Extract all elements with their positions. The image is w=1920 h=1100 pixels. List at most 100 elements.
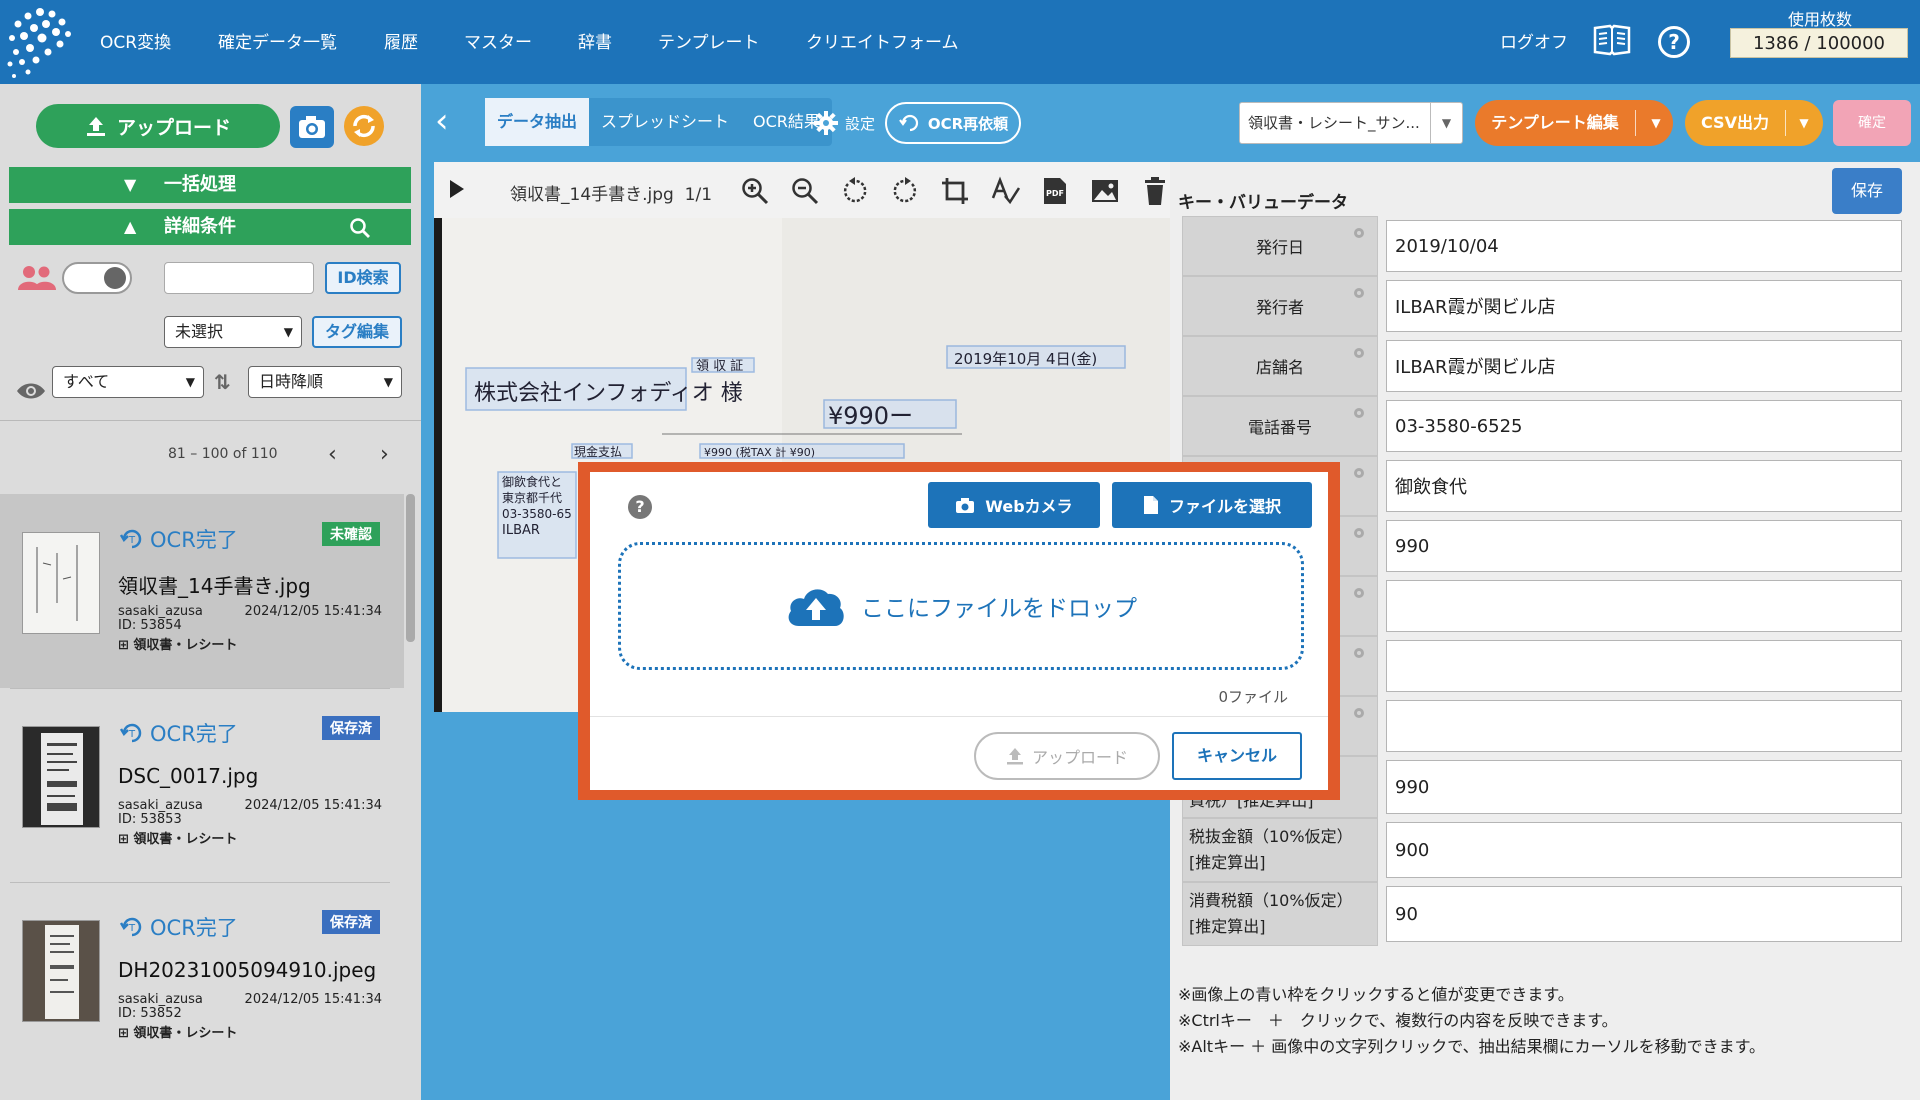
ocr-redo-button[interactable]: OCR再依頼 [885,102,1021,144]
tag-select[interactable]: 未選択 ▼ [164,316,302,348]
kv-value-input[interactable]: 2019/10/04 [1386,220,1902,272]
modal-upload-button[interactable]: アップロード [974,732,1160,780]
document-category-label: 領収書・レシート [133,1026,238,1041]
nav-confirmed-list[interactable]: 確定データ一覧 [218,28,337,53]
file-drop-zone[interactable]: ここにファイルをドロップ [618,542,1304,670]
crop-icon[interactable] [940,176,970,206]
confirm-button[interactable]: 確定 [1833,100,1911,146]
chevron-down-icon[interactable]: ▼ [1789,100,1819,146]
logoff-link[interactable]: ログオフ [1500,28,1568,53]
chevron-down-icon: ▼ [185,375,195,389]
kv-value-input[interactable]: 90 [1386,886,1902,942]
list-item[interactable]: T OCR完了 保存済 DH20231005094910.jpeg sasaki… [0,882,404,1076]
kv-value-input[interactable]: 990 [1386,520,1902,572]
cancel-button[interactable]: キャンセル [1172,732,1302,780]
manual-book-icon[interactable] [1592,24,1632,56]
refresh-icon [898,114,918,132]
gear-icon[interactable] [1351,705,1367,721]
kv-value-input[interactable]: 御飲食代 [1386,460,1902,512]
kv-value-input[interactable]: 990 [1386,760,1902,814]
receipt-amount: ¥990ー [828,402,913,430]
image-icon[interactable] [1090,176,1120,206]
gear-icon[interactable] [1351,225,1367,241]
ocr-done-icon: T [119,917,142,937]
zoom-out-icon[interactable] [790,176,820,206]
id-search-button[interactable]: ID検索 [325,262,401,294]
nav-create-form[interactable]: クリエイトフォーム [806,28,959,53]
pdf-icon[interactable]: PDF [1040,176,1070,206]
list-item[interactable]: T OCR完了 未確認 領収書_14手書き.jpg sasaki_azusa 2… [0,494,404,688]
kv-key: 税抜金額（10%仮定）[推定算出] [1182,818,1378,882]
kv-value-input[interactable]: 900 [1386,822,1902,878]
gear-icon[interactable] [1351,465,1367,481]
gear-icon[interactable] [1351,285,1367,301]
kv-value-input[interactable] [1386,700,1902,752]
kv-value-input[interactable]: ILBAR霞が関ビル店 [1386,340,1902,392]
webcam-button[interactable]: Webカメラ [928,482,1100,528]
nav-master[interactable]: マスター [464,28,532,53]
nav-dictionary[interactable]: 辞書 [578,28,612,53]
camera-button[interactable] [290,106,334,148]
id-search-input[interactable] [164,262,314,294]
choose-file-button[interactable]: ファイルを選択 [1112,482,1312,528]
next-page-button[interactable]: › [380,442,389,467]
tag-edit-button[interactable]: タグ編集 [312,316,402,348]
back-button[interactable]: ‹ [435,104,459,140]
viewer-page-indicator: 1/1 [684,185,713,205]
zoom-in-icon[interactable] [740,176,770,206]
kv-value-input[interactable] [1386,580,1902,632]
gear-icon[interactable] [1351,345,1367,361]
trash-icon[interactable] [1140,176,1170,206]
sort-order-select[interactable]: 日時降順 ▼ [248,366,402,398]
receipt-addressee: 株式会社インフォディオ 様 [474,381,743,406]
kv-value-input[interactable]: ILBAR霞が関ビル店 [1386,280,1902,332]
refresh-button[interactable] [344,106,384,146]
bulk-process-toggle[interactable]: ▼ 一括処理 [9,167,411,203]
help-icon[interactable]: ? [1658,26,1690,58]
rotate-left-icon[interactable] [840,176,870,206]
view-filter-value: すべて [63,372,110,391]
list-item[interactable]: T OCR完了 保存済 DSC_0017.jpg sasaki_azusa 20… [0,688,404,882]
document-id: ID: 53853 [118,812,182,827]
settings-button[interactable]: 設定 [813,110,875,136]
search-icon[interactable] [349,217,371,239]
app-logo[interactable] [0,2,80,82]
chevron-down-icon[interactable]: ▼ [1641,100,1671,146]
csv-export-button[interactable]: CSV出力 ▼ [1685,100,1823,146]
gear-icon[interactable] [1351,645,1367,661]
kv-key-label: 発行者 [1255,298,1304,317]
usage-counter: 1386 / 100000 [1730,28,1908,58]
svg-text:T: T [128,923,136,934]
detail-conditions-toggle[interactable]: ▲ 詳細条件 [9,209,411,245]
kv-row: 発行日 2019/10/04 [1182,216,1912,276]
svg-text:T: T [128,729,136,740]
template-select[interactable]: 領収書・レシート_サン... ▼ [1239,102,1463,144]
gear-icon[interactable] [1351,525,1367,541]
text-check-icon[interactable] [990,176,1020,206]
nav-history[interactable]: 履歴 [384,28,418,53]
play-icon[interactable] [450,180,464,198]
help-icon[interactable]: ? [628,495,652,519]
receipt-tax-line: ¥990 (税TAX 計 ¥90) [704,445,815,459]
view-tabs: データ抽出 スプレッドシート OCR結果 [485,98,832,146]
tab-spreadsheet[interactable]: スプレッドシート [589,98,741,146]
gear-icon[interactable] [1351,585,1367,601]
nav-template[interactable]: テンプレート [658,28,760,53]
rotate-right-icon[interactable] [890,176,920,206]
help-note: ※Altキー ＋ 画像中の文字列クリックで、抽出結果欄にカーソルを移動できます。 [1178,1037,1766,1056]
kv-value-input[interactable] [1386,640,1902,692]
file-count: 0ファイル [1218,688,1288,706]
save-button[interactable]: 保存 [1832,168,1902,214]
view-filter-select[interactable]: すべて ▼ [52,366,204,398]
previous-page-button[interactable]: ‹ [328,442,337,467]
upload-button[interactable]: アップロード [36,104,280,148]
template-edit-button[interactable]: テンプレート編集 ▼ [1475,100,1673,146]
nav-ocr-convert[interactable]: OCR変換 [100,28,171,53]
gear-icon[interactable] [1351,405,1367,421]
tab-data-extraction[interactable]: データ抽出 [485,98,590,146]
user-filter-toggle[interactable] [62,262,132,294]
document-date: 2024/12/05 15:41:34 [244,992,382,1007]
document-user: sasaki_azusa [118,798,203,813]
kv-value-input[interactable]: 03-3580-6525 [1386,400,1902,452]
list-scrollbar[interactable] [406,494,415,642]
